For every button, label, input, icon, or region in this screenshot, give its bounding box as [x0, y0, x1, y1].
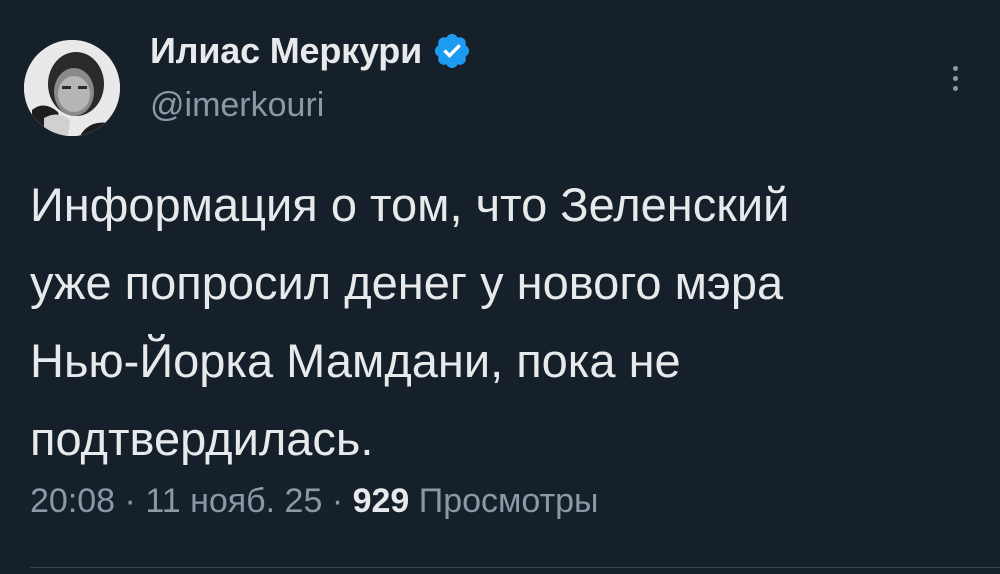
meta-separator: ·: [124, 482, 136, 520]
views-label: Просмотры: [418, 482, 599, 520]
more-dot: [952, 75, 958, 81]
tweet-meta: 20:08 · 11 нояб. 25 · 929 Просмотры: [30, 482, 599, 521]
divider: [30, 567, 1000, 568]
more-dot: [952, 65, 958, 71]
views-count: 929: [352, 482, 410, 520]
more-options-icon[interactable]: [940, 58, 970, 98]
tweet-date[interactable]: 11 нояб. 25: [145, 482, 322, 520]
author-name-text[interactable]: Илиас Меркури: [150, 30, 422, 72]
tweet-text: Информация о том, что Зеленский уже попр…: [30, 178, 790, 465]
author-name[interactable]: Илиас Меркури: [150, 30, 472, 72]
tweet-card: Илиас Меркури @imerkouri Информация о то…: [0, 0, 1000, 574]
author-avatar[interactable]: [24, 40, 120, 136]
more-dot: [952, 85, 958, 91]
verified-badge-icon: [432, 31, 472, 71]
tweet-time[interactable]: 20:08: [30, 482, 115, 520]
author-handle[interactable]: @imerkouri: [150, 86, 324, 125]
avatar-portrait: [24, 40, 120, 136]
meta-separator: ·: [331, 482, 344, 520]
